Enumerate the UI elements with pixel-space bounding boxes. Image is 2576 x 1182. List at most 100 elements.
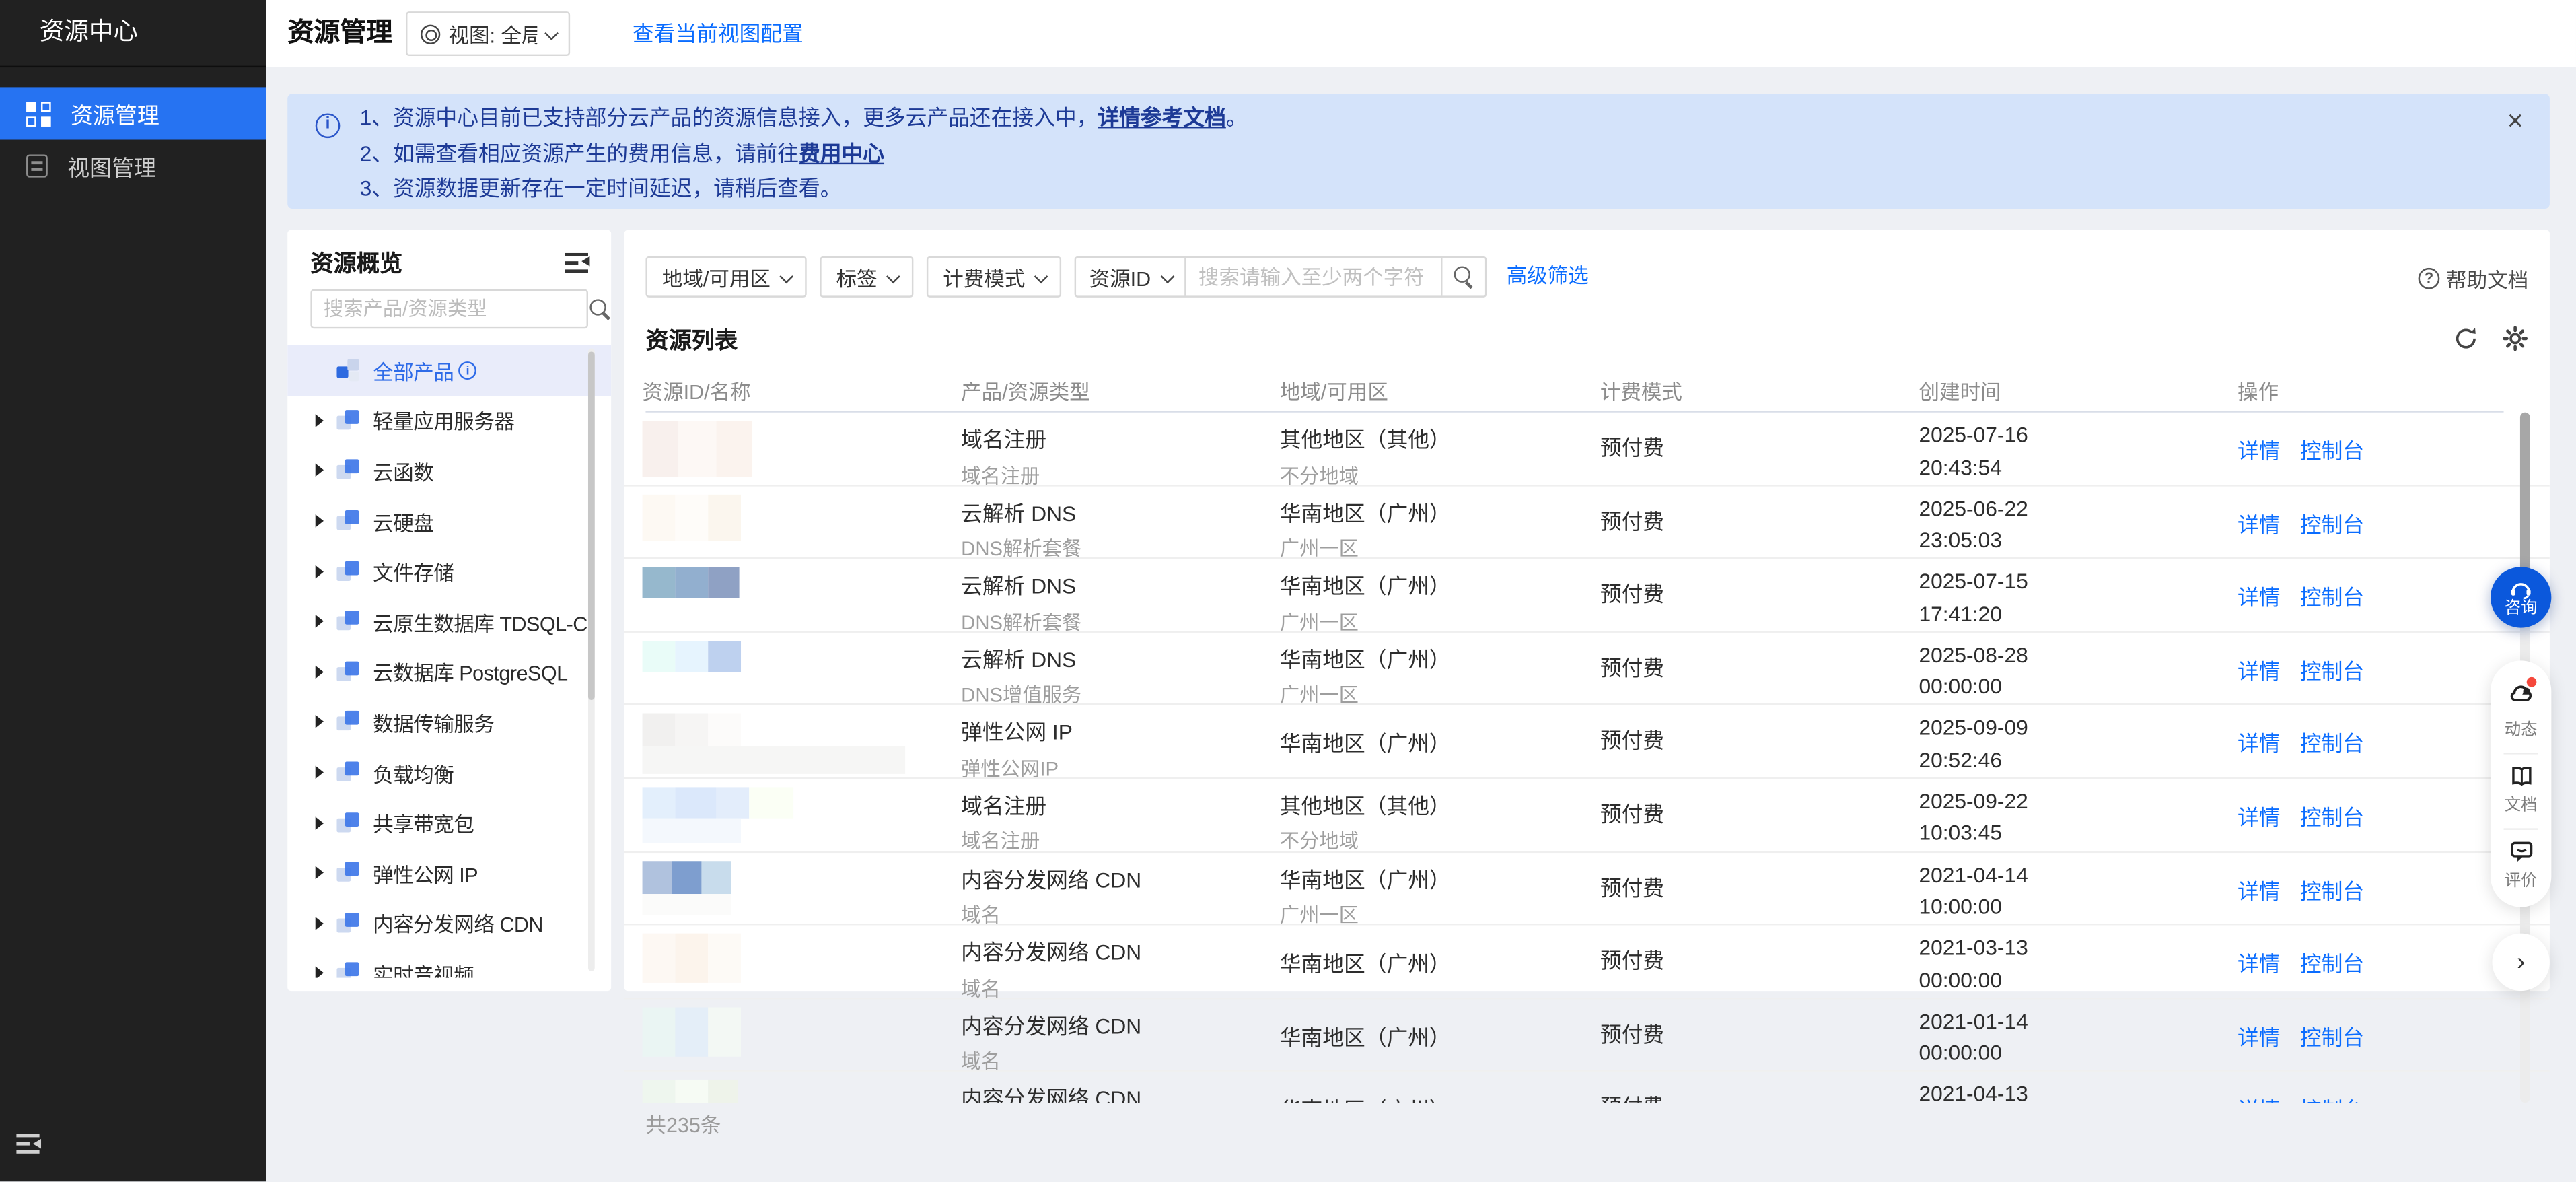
expand-caret-icon[interactable] (315, 916, 324, 930)
row-action-detail[interactable]: 详情 (2238, 947, 2281, 978)
product-item[interactable]: 负载均衡 (287, 747, 611, 798)
collapse-toolbar-button[interactable]: › (2492, 933, 2550, 992)
expand-caret-icon[interactable] (315, 665, 324, 679)
product-search-input[interactable] (312, 297, 590, 321)
row-action-console[interactable]: 控制台 (2300, 1020, 2364, 1051)
table-row[interactable]: 内容分发网络 CDN 域名 华南地区（广州） 广州一区 预付费 2021-04-… (624, 852, 2550, 927)
expand-caret-icon[interactable] (315, 514, 324, 528)
expand-caret-icon[interactable] (315, 967, 324, 979)
billing-filter-button[interactable]: 计费模式 (926, 256, 1062, 298)
product-item-all[interactable]: 全部产品 i (287, 345, 612, 396)
gear-icon[interactable] (2502, 325, 2528, 351)
product-item[interactable]: 实时音视频 (287, 948, 611, 979)
row-action-console[interactable]: 控制台 (2300, 947, 2364, 978)
cell-date: 2025-07-15 (1919, 569, 2028, 594)
view-config-link[interactable]: 查看当前视图配置 (633, 0, 803, 67)
product-item[interactable]: 云硬盘 (287, 496, 611, 547)
row-action-detail[interactable]: 详情 (2238, 874, 2281, 905)
table-row[interactable]: 弹性公网 IP 弹性公网IP 华南地区（广州） 预付费 2025-09-09 2… (624, 705, 2550, 780)
row-actions: 详情控制台 (2238, 727, 2517, 758)
feedback-button[interactable]: 评价 (2505, 837, 2538, 897)
docs-button[interactable]: 文档 (2505, 761, 2538, 821)
table-row[interactable]: 域名注册 域名注册 其他地区（其他） 不分地域 预付费 2025-07-16 2… (624, 413, 2550, 487)
table-row[interactable]: 域名注册 域名注册 其他地区（其他） 不分地域 预付费 2025-09-22 1… (624, 779, 2550, 854)
product-item[interactable]: 轻量应用服务器 (287, 395, 611, 446)
scrollbar-thumb[interactable] (2519, 412, 2530, 577)
expand-caret-icon[interactable] (315, 413, 324, 427)
row-action-console[interactable]: 控制台 (2300, 434, 2364, 465)
cell-date: 2025-06-22 (1919, 495, 2028, 520)
row-action-detail[interactable]: 详情 (2238, 507, 2281, 538)
expand-caret-icon[interactable] (315, 765, 324, 779)
table-row[interactable]: 云解析 DNS DNS解析套餐 华南地区（广州） 广州一区 预付费 2025-0… (624, 559, 2550, 634)
row-action-detail[interactable]: 详情 (2238, 1093, 2281, 1103)
resource-search-input[interactable] (1185, 258, 1441, 296)
close-icon[interactable]: × (2507, 107, 2524, 135)
row-action-console[interactable]: 控制台 (2300, 727, 2364, 758)
product-item[interactable]: 云函数 (287, 446, 611, 496)
table-row[interactable]: 内容分发网络 CDN 域名 华南地区（广州） 预付费 2021-03-13 00… (624, 926, 2550, 1000)
expand-caret-icon[interactable] (315, 615, 324, 629)
help-docs-link[interactable]: ? 帮助文档 (2418, 263, 2528, 294)
product-item[interactable]: 数据传输服务 (287, 697, 611, 747)
scrollbar-thumb[interactable] (587, 351, 595, 701)
column-header: 产品/资源类型 (961, 381, 1090, 405)
row-action-detail[interactable]: 详情 (2238, 800, 2281, 831)
resource-id-selector[interactable]: 资源ID (1076, 258, 1186, 296)
product-item[interactable]: 内容分发网络 CDN (287, 898, 611, 948)
row-action-console[interactable]: 控制台 (2300, 874, 2364, 905)
row-action-detail[interactable]: 详情 (2238, 654, 2281, 685)
product-item[interactable]: 文件存储 (287, 546, 611, 596)
product-label: 数据传输服务 (373, 713, 495, 736)
product-label: 云函数 (373, 461, 434, 485)
row-action-console[interactable]: 控制台 (2300, 1093, 2364, 1103)
search-button[interactable] (1441, 258, 1485, 296)
expand-caret-icon[interactable] (315, 716, 324, 729)
row-action-detail[interactable]: 详情 (2238, 580, 2281, 611)
resource-id-mosaic (642, 787, 947, 843)
row-actions: 详情控制台 (2238, 1020, 2517, 1051)
divider (2503, 753, 2538, 755)
activity-button[interactable]: 动态 (2505, 676, 2538, 746)
cell-region-main: 其他地区（其他） (1279, 794, 1451, 819)
row-action-console[interactable]: 控制台 (2300, 654, 2364, 685)
table-row[interactable]: 云解析 DNS DNS增值服务 华南地区（广州） 广州一区 预付费 2025-0… (624, 632, 2550, 707)
row-action-console[interactable]: 控制台 (2300, 507, 2364, 538)
consult-button[interactable]: 咨询 (2491, 567, 2552, 628)
product-item[interactable]: 共享带宽包 (287, 798, 611, 848)
product-item[interactable]: 云原生数据库 TDSQL-C (287, 596, 611, 647)
row-action-detail[interactable]: 详情 (2238, 434, 2281, 465)
tag-filter-button[interactable]: 标签 (820, 256, 914, 298)
row-action-detail[interactable]: 详情 (2238, 727, 2281, 758)
view-select-dropdown[interactable]: 视图: 全局视图... (406, 11, 571, 57)
cell-time: 20:52:46 (1919, 747, 2002, 773)
book-icon (2511, 767, 2531, 786)
product-label: 内容分发网络 CDN (373, 914, 544, 938)
advanced-filter-link[interactable]: 高级筛选 (1507, 256, 1589, 298)
column-header: 地域/可用区 (1279, 381, 1388, 405)
sidebar-item-view-management[interactable]: 视图管理 (0, 140, 266, 193)
table-row[interactable]: 内容分发网络 CDN 域名 华南地区（广州） 预付费 2021-04-13 详情… (624, 1072, 2550, 1103)
row-action-console[interactable]: 控制台 (2300, 800, 2364, 831)
expand-caret-icon[interactable] (315, 816, 324, 829)
resource-id-mosaic (642, 493, 947, 541)
product-item[interactable]: 云数据库 PostgreSQL (287, 647, 611, 697)
table-row[interactable]: 云解析 DNS DNS解析套餐 华南地区（广州） 广州一区 预付费 2025-0… (624, 486, 2550, 561)
table-row[interactable]: 内容分发网络 CDN 域名 华南地区（广州） 预付费 2021-01-14 00… (624, 999, 2550, 1074)
expand-caret-icon[interactable] (315, 565, 324, 578)
sidebar-item-resource-management[interactable]: 资源管理 (0, 87, 266, 140)
banner-link-docs[interactable]: 详情参考文档 (1098, 105, 1225, 130)
region-filter-button[interactable]: 地域/可用区 (645, 256, 807, 298)
row-action-console[interactable]: 控制台 (2300, 580, 2364, 611)
row-action-detail[interactable]: 详情 (2238, 1020, 2281, 1051)
expand-caret-icon[interactable] (315, 866, 324, 880)
collapse-panel-icon[interactable] (565, 252, 590, 281)
refresh-icon[interactable] (2453, 325, 2479, 351)
banner-link-billing-center[interactable]: 费用中心 (799, 141, 884, 166)
expand-caret-icon[interactable] (315, 464, 324, 478)
sidebar-collapse-icon[interactable] (16, 1133, 42, 1162)
cell-region-sub: 广州一区 (1279, 611, 1359, 634)
product-item[interactable]: 弹性公网 IP (287, 848, 611, 899)
question-icon: ? (2418, 267, 2440, 289)
cell-region-sub: 不分地域 (1279, 464, 1359, 487)
